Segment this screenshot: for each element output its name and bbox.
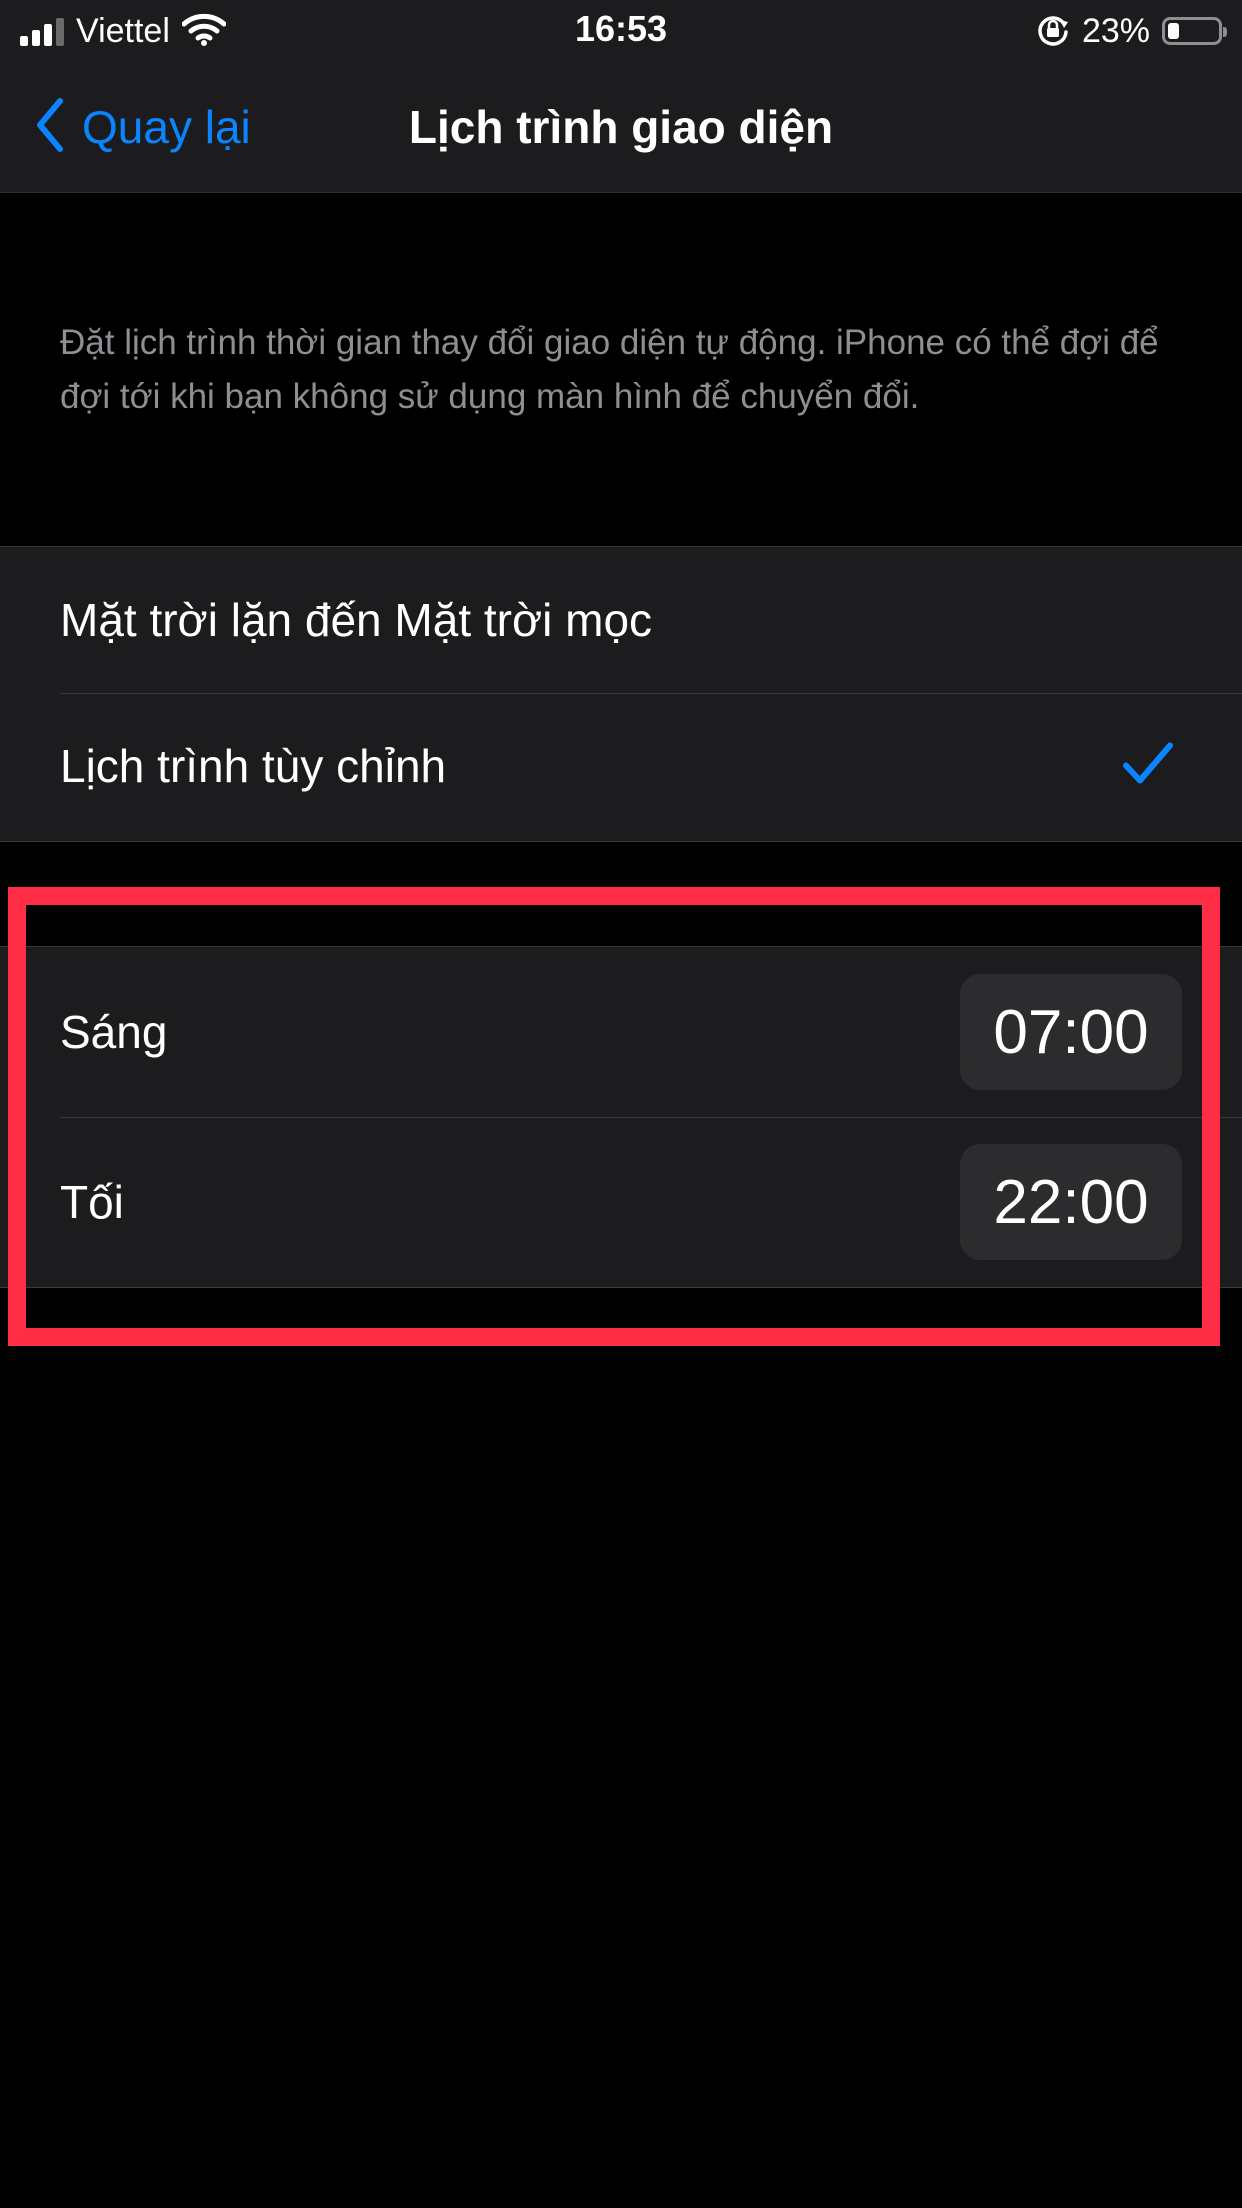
- evening-row: Tối 22:00: [60, 1117, 1242, 1287]
- morning-time-picker[interactable]: 07:00: [960, 974, 1182, 1090]
- morning-label: Sáng: [60, 1006, 168, 1058]
- page-title: Lịch trình giao diện: [408, 101, 834, 153]
- navigation-bar: Quay lại Lịch trình giao diện: [0, 62, 1242, 193]
- evening-time-picker[interactable]: 22:00: [960, 1144, 1182, 1260]
- custom-time-group: Sáng 07:00 Tối 22:00: [0, 946, 1242, 1288]
- option-label: Mặt trời lặn đến Mặt trời mọc: [60, 594, 653, 646]
- option-sunset-to-sunrise[interactable]: Mặt trời lặn đến Mặt trời mọc: [60, 547, 1242, 693]
- checkmark-icon: [1122, 742, 1174, 791]
- option-label: Lịch trình tùy chỉnh: [60, 740, 447, 792]
- evening-label: Tối: [60, 1176, 124, 1228]
- option-custom-schedule[interactable]: Lịch trình tùy chỉnh: [60, 693, 1242, 839]
- status-bar: Viettel 16:53 23%: [0, 0, 1242, 62]
- status-right: 23%: [1036, 10, 1227, 52]
- battery-icon: [1162, 17, 1227, 45]
- schedule-description: Đặt lịch trình thời gian thay đổi giao d…: [60, 323, 1159, 416]
- schedule-mode-group: Mặt trời lặn đến Mặt trời mọc Lịch trình…: [0, 546, 1242, 842]
- battery-percentage: 23%: [1081, 11, 1150, 50]
- rotation-lock-icon: [1036, 12, 1070, 51]
- morning-row: Sáng 07:00: [60, 947, 1242, 1117]
- battery-level: [1168, 23, 1179, 39]
